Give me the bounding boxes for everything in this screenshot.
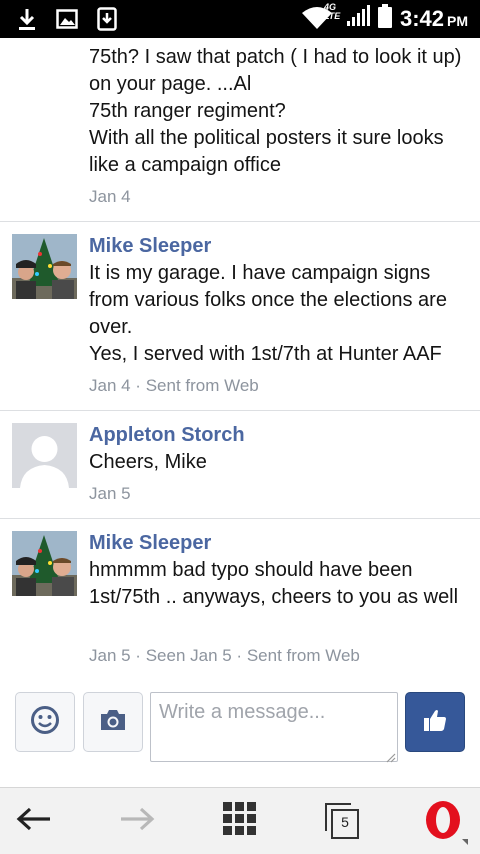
message-timestamp: Jan 5 bbox=[89, 484, 131, 503]
arrow-left-icon bbox=[16, 806, 52, 837]
message-meta: Jan 4 · Sent from Web bbox=[89, 376, 259, 395]
message-item: Appleton Storch Cheers, Mike Jan 5 bbox=[0, 411, 480, 519]
camera-button[interactable] bbox=[83, 692, 143, 752]
clock: 3:42 PM bbox=[399, 5, 468, 31]
sender-name[interactable]: Appleton Storch bbox=[89, 424, 245, 447]
arrow-right-icon bbox=[119, 806, 155, 837]
avatar[interactable] bbox=[12, 423, 77, 488]
message-text: Cheers, Mike bbox=[89, 451, 207, 473]
message-composer bbox=[0, 680, 480, 785]
image-icon bbox=[54, 6, 80, 32]
opera-logo-icon bbox=[422, 799, 468, 845]
tabs-icon: 5 bbox=[325, 802, 361, 841]
forward-button[interactable] bbox=[102, 788, 172, 854]
speed-dial-button[interactable] bbox=[205, 788, 275, 854]
opera-menu-button[interactable] bbox=[410, 788, 480, 854]
message-timestamp: Jan 4 bbox=[89, 187, 131, 206]
like-button[interactable] bbox=[405, 692, 465, 752]
wifi-icon: 4G LTE bbox=[300, 2, 340, 33]
avatar[interactable] bbox=[12, 531, 77, 596]
message-text: 75th? I saw that patch ( I had to look i… bbox=[89, 46, 462, 176]
sender-name[interactable]: Mike Sleeper bbox=[89, 235, 211, 258]
grid-icon bbox=[223, 802, 257, 841]
message-input[interactable] bbox=[150, 692, 398, 762]
camera-icon bbox=[99, 708, 127, 737]
message-item: Mike Sleeper It is my garage. I have cam… bbox=[0, 222, 480, 410]
download-icon bbox=[14, 6, 40, 32]
message-text: hmmmm bad typo should have been 1st/75th… bbox=[89, 559, 459, 608]
battery-icon bbox=[377, 4, 392, 33]
signal-icon bbox=[346, 5, 370, 32]
sender-name[interactable]: Mike Sleeper bbox=[89, 532, 211, 555]
thumbs-up-icon bbox=[422, 707, 448, 738]
message-meta: Jan 5 · Seen Jan 5 · Sent from Web bbox=[89, 646, 360, 665]
tabs-button[interactable]: 5 bbox=[308, 788, 378, 854]
status-bar: 4G LTE 3:42 PM bbox=[0, 0, 480, 38]
message-item: Mike Sleeper hmmmm bad typo should have … bbox=[0, 519, 480, 679]
download-manager-icon bbox=[94, 6, 120, 32]
tab-count: 5 bbox=[341, 813, 349, 830]
browser-nav-bar: 5 bbox=[0, 787, 480, 854]
network-type-label: 4G LTE bbox=[323, 1, 341, 21]
back-button[interactable] bbox=[0, 788, 68, 854]
message-item: 75th? I saw that patch ( I had to look i… bbox=[0, 38, 480, 222]
emoji-button[interactable] bbox=[15, 692, 75, 752]
message-text: It is my garage. I have campaign signs f… bbox=[89, 262, 447, 365]
resize-grip-icon[interactable] bbox=[384, 750, 396, 763]
avatar[interactable] bbox=[12, 234, 77, 299]
smiley-icon bbox=[30, 705, 60, 740]
